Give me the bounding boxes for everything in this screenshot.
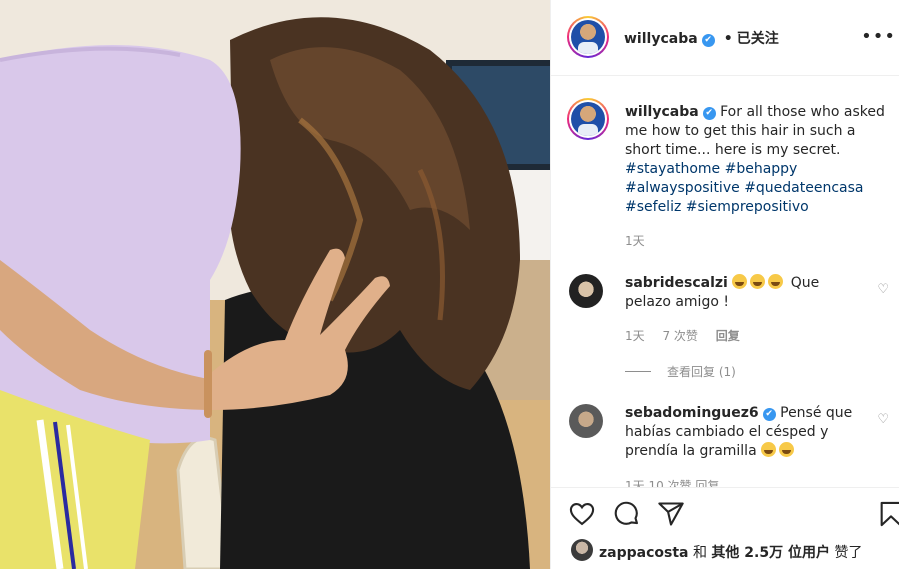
post-photo[interactable] (0, 0, 550, 569)
post-header: willycaba ✔ • 已关注 ••• (551, 0, 899, 76)
caption-username[interactable]: willycaba (625, 104, 699, 120)
bookmark-icon[interactable] (877, 500, 899, 528)
grinning-emoji-icon (761, 442, 777, 457)
laughing-emoji-icon (768, 274, 784, 289)
hashtag-link[interactable]: #behappy (725, 161, 798, 177)
post-caption: willycaba ✔ For all those who asked me ho… (625, 103, 895, 217)
liker-username[interactable]: zappacosta (599, 545, 688, 561)
verified-badge-icon: ✔ (701, 34, 715, 47)
commenter-username[interactable]: sebadominguez6 (625, 405, 759, 421)
comment-icon[interactable] (613, 500, 641, 528)
post-side-panel: willycaba ✔ • 已关注 ••• willycaba ✔ For all t… (550, 0, 899, 569)
heart-icon[interactable] (568, 500, 596, 528)
comment-likes[interactable]: 7 次赞 (662, 329, 697, 343)
more-options-icon[interactable]: ••• (861, 26, 896, 47)
view-replies-label: 查看回复 (1) (667, 365, 736, 379)
photo-illustration (0, 0, 550, 569)
hashtag-link[interactable]: #stayathome (625, 161, 720, 177)
author-username[interactable]: willycaba (624, 31, 698, 47)
action-bar (551, 487, 899, 539)
liker-avatar[interactable] (571, 539, 593, 561)
laughing-emoji-icon (732, 274, 748, 289)
view-replies-button[interactable]: 查看回复 (1) (625, 363, 736, 380)
hashtag-link[interactable]: #sefeliz (625, 199, 681, 215)
caption-author-avatar[interactable] (567, 98, 609, 140)
verified-badge-icon: ✔ (702, 107, 716, 120)
comment-like-heart-icon[interactable]: ♡ (877, 282, 889, 297)
likes-suffix: 赞了 (834, 545, 863, 561)
hashtag-link[interactable]: #alwayspositive (625, 180, 740, 196)
comment-time[interactable]: 1天 (625, 329, 645, 343)
commenter-username[interactable]: sabridescalzi (625, 275, 728, 291)
likes-others-link[interactable]: 其他 2.5万 位用户 (711, 545, 830, 561)
grinning-emoji-icon (779, 442, 795, 457)
comment-meta: 1天 7 次赞 回复 (625, 327, 754, 344)
verified-badge-icon: ✔ (762, 408, 776, 421)
laughing-emoji-icon (750, 274, 766, 289)
comment-meta-partial: 1天 10 次赞 回复 (625, 479, 720, 487)
comment-like-heart-icon[interactable]: ♡ (877, 412, 889, 427)
comment-item: sabridescalzi Que pelazo amigo ! ♡ 1天 7 … (569, 274, 889, 344)
comment-body: sabridescalzi Que pelazo amigo ! (625, 274, 860, 312)
hashtag-link[interactable]: #siemprepositivo (686, 199, 809, 215)
caption-timestamp[interactable]: 1天 (625, 232, 645, 249)
likes-summary: zappacosta 和 其他 2.5万 位用户 赞了 (551, 537, 899, 569)
commenter-avatar[interactable] (569, 274, 603, 308)
separator-dot: • (723, 31, 733, 47)
commenter-avatar[interactable] (569, 404, 603, 438)
comment-item: sebadominguez6 ✔ Pensé que habías cambiad… (569, 404, 889, 474)
likes-joiner: 和 (692, 545, 707, 561)
comment-body: sebadominguez6 ✔ Pensé que habías cambiad… (625, 404, 860, 461)
hashtag-link[interactable]: #quedateencasa (744, 180, 863, 196)
follow-status-button[interactable]: 已关注 (737, 31, 779, 47)
reply-button[interactable]: 回复 (716, 329, 740, 343)
author-avatar[interactable] (567, 16, 609, 58)
share-icon[interactable] (657, 500, 685, 528)
